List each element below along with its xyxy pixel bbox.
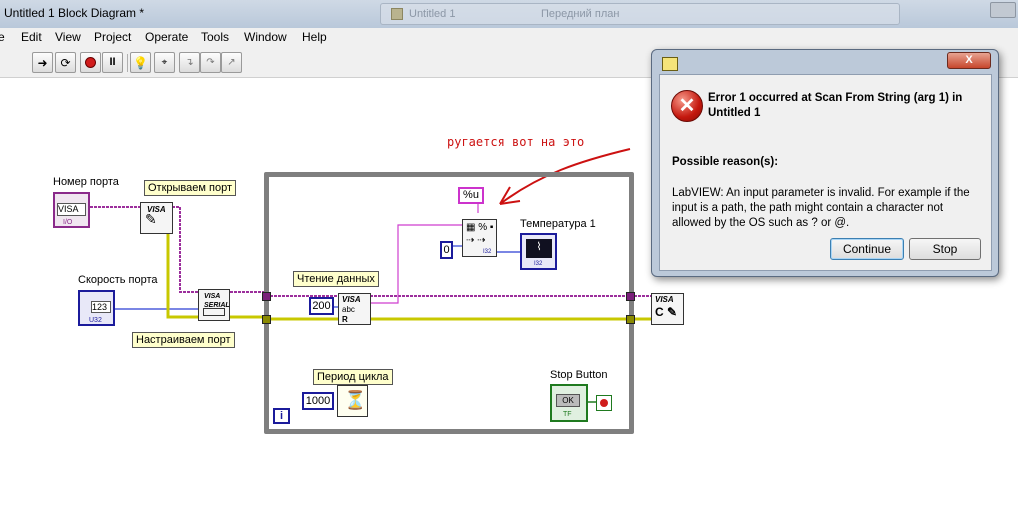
visa-configure-serial-node[interactable]: VISA SERIAL — [198, 289, 230, 321]
tunnel-visa-in — [262, 292, 271, 301]
stop-button-label: Stop Button — [550, 369, 608, 381]
wire-error-open — [166, 229, 200, 319]
scan-i32-tag: I32 — [483, 249, 492, 255]
step-out-icon[interactable]: ↗ — [221, 52, 242, 73]
visa-resource-control[interactable]: VISA I/O — [53, 192, 90, 228]
dialog-body: ✕ Error 1 occurred at Scan From String (… — [659, 74, 992, 271]
retain-wire-values-icon[interactable]: ⌖ — [154, 52, 175, 73]
menu-window[interactable]: Window — [244, 30, 287, 44]
baud-rate-control[interactable]: 123 U32 — [78, 290, 115, 326]
menu-view[interactable]: View — [55, 30, 81, 44]
visa-read-abc: abc — [342, 305, 355, 314]
waveform-icon: ⌇ — [526, 239, 552, 258]
byte-count-constant[interactable]: 200 — [309, 297, 334, 315]
window-control-button[interactable] — [990, 2, 1016, 18]
baud-rate-label: Скорость порта — [78, 274, 158, 286]
loop-condition-terminal[interactable] — [596, 395, 612, 411]
background-window-title-2: Передний план — [541, 8, 620, 20]
error-dialog[interactable]: X ✕ Error 1 occurred at Scan From String… — [651, 49, 999, 277]
format-string-constant[interactable]: %u — [458, 187, 484, 204]
continue-button[interactable]: Continue — [830, 238, 904, 260]
temperature-label: Температура 1 — [520, 218, 596, 230]
configure-port-label: Настраиваем порт — [132, 332, 235, 348]
abort-icon[interactable] — [80, 52, 101, 73]
pause-icon[interactable]: II — [102, 52, 123, 73]
visa-read-r: R — [342, 315, 348, 324]
chart-i32-tag: I32 — [534, 261, 543, 267]
baud-rate-value: 123 — [91, 301, 111, 313]
visa-resource-value: VISA — [57, 203, 86, 216]
error-x-icon: ✕ — [671, 90, 703, 122]
menu-project[interactable]: Project — [94, 30, 131, 44]
visa-close-node[interactable]: VISA C ✎ — [651, 293, 684, 325]
visa-close-icon: C ✎ — [655, 305, 678, 319]
labview-app-icon — [662, 57, 678, 71]
default-value-constant[interactable]: 0 — [440, 241, 453, 259]
serial-port-icon — [203, 308, 225, 316]
menu-edit[interactable]: Edit — [21, 30, 42, 44]
highlight-execution-icon[interactable]: 💡 — [130, 52, 151, 73]
tunnel-error-out — [626, 315, 635, 324]
menu-file-partial[interactable]: e — [0, 30, 5, 44]
menu-operate[interactable]: Operate — [145, 30, 188, 44]
temperature-chart-indicator[interactable]: ⌇ I32 — [520, 233, 557, 270]
visa-open-icon: ✎ — [145, 211, 157, 227]
tunnel-error-in — [262, 315, 271, 324]
io-tag: I/O — [63, 219, 73, 226]
step-over-icon[interactable]: ↷ — [200, 52, 221, 73]
dialog-close-button[interactable]: X — [947, 52, 991, 69]
visa-close-text: VISA — [655, 295, 674, 304]
stop-button-face: OK — [556, 394, 580, 407]
background-window-tab[interactable]: Untitled 1 Передний план — [380, 3, 900, 25]
visa-open-node[interactable]: VISA ✎ — [140, 202, 173, 234]
stop-button-control[interactable]: OK TF — [550, 384, 588, 422]
menu-bar: e Edit View Project Operate Tools Window… — [0, 28, 1018, 48]
scan-from-string-node[interactable]: ▦ % ▪ ⇢ ⇢ I32 — [462, 219, 497, 257]
background-window-title: Untitled 1 — [409, 8, 456, 20]
open-port-label: Открываем порт — [144, 180, 236, 196]
window-title: Untitled 1 Block Diagram * — [4, 6, 145, 20]
port-number-label: Номер порта — [53, 176, 119, 188]
menu-help[interactable]: Help — [302, 30, 327, 44]
stop-button[interactable]: Stop — [909, 238, 981, 260]
stop-condition-icon — [600, 399, 608, 407]
period-constant[interactable]: 1000 — [302, 392, 334, 410]
menu-tools[interactable]: Tools — [201, 30, 229, 44]
tf-tag: TF — [563, 411, 572, 418]
reason-text: LabVIEW: An input parameter is invalid. … — [672, 187, 970, 229]
error-title: Error 1 occurred at Scan From String (ar… — [708, 92, 963, 119]
front-panel-icon — [391, 8, 403, 20]
toolbar-separator — [127, 54, 128, 72]
run-continuously-icon[interactable]: ⟳ — [55, 52, 76, 73]
read-data-label: Чтение данных — [293, 271, 379, 287]
step-into-icon[interactable]: ↴ — [179, 52, 200, 73]
scan-arrows-icon: ⇢ ⇢ — [466, 235, 486, 246]
scan-icon: ▦ % ▪ — [466, 222, 494, 233]
cycle-period-label: Период цикла — [313, 369, 393, 385]
wait-ms-node[interactable]: ⏳ — [337, 385, 368, 417]
title-bar: Untitled 1 Block Diagram * Untitled 1 Пе… — [0, 0, 1018, 28]
visa-read-node[interactable]: VISA abc R — [338, 293, 371, 325]
run-arrow-icon[interactable]: ➜ — [32, 52, 53, 73]
wire-visa-open — [172, 206, 200, 293]
u32-tag: U32 — [89, 317, 102, 324]
loop-iteration-terminal[interactable]: i — [273, 408, 290, 424]
annotation-text: ругается вот на это — [447, 135, 585, 149]
tunnel-visa-out — [626, 292, 635, 301]
reasons-heading: Possible reason(s): — [672, 156, 779, 168]
visa-read-text: VISA — [342, 295, 361, 304]
metronome-icon: ⏳ — [344, 390, 367, 410]
